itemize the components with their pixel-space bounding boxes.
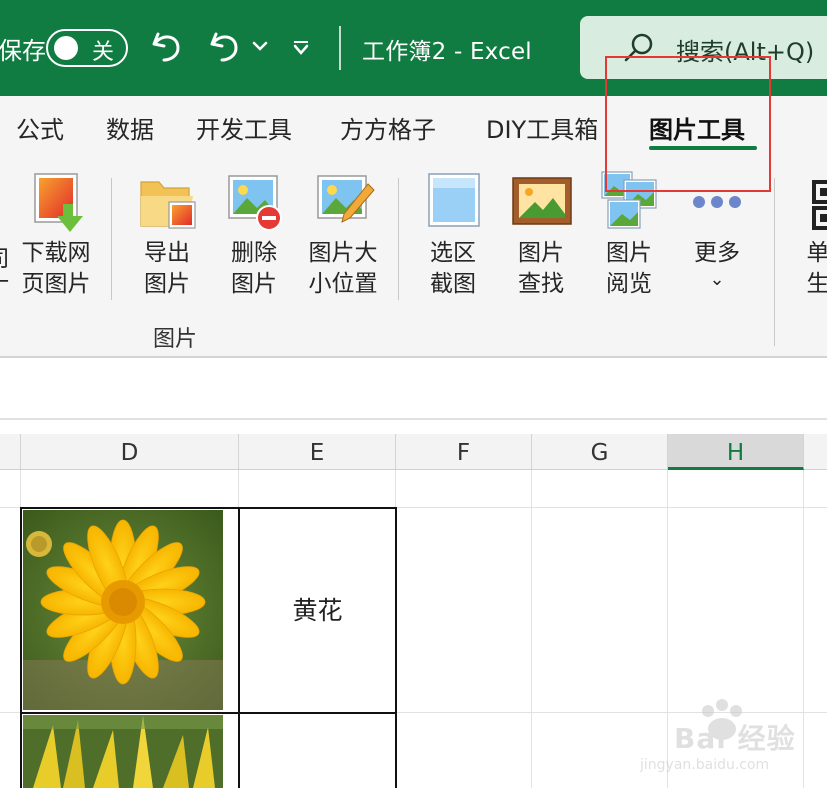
- delete-image-icon: [228, 175, 282, 231]
- ribbon-button-label: 页图片: [21, 271, 91, 297]
- formula-bar-area[interactable]: [0, 358, 827, 418]
- ribbon-group-label: 图片: [153, 327, 198, 352]
- cell-border: [20, 712, 396, 714]
- ribbon-button-label: 图片: [518, 240, 564, 266]
- grid-line: [531, 470, 532, 788]
- cell-border: [20, 507, 396, 509]
- ribbon-button-label: 图片: [231, 271, 277, 297]
- watermark-url: jingyan.baidu.com: [640, 757, 770, 773]
- ribbon-button-label: 生: [806, 271, 827, 297]
- grid-line: [667, 470, 668, 788]
- ribbon-button-label: 小位置: [308, 271, 378, 297]
- download-web-images-button[interactable]: 下载网 页图片: [16, 168, 96, 300]
- tab-diy-toolbox[interactable]: DIY工具箱: [486, 110, 598, 145]
- column-header-f[interactable]: F: [396, 434, 532, 470]
- column-header-partial-right[interactable]: [804, 434, 827, 470]
- ribbon-button-label: 下载网: [21, 240, 91, 266]
- chevron-down-icon: ⌄: [709, 269, 725, 290]
- image-find-icon: [512, 177, 572, 225]
- tab-fangfang[interactable]: 方方格子: [340, 110, 436, 145]
- cell-border: [20, 507, 22, 788]
- ribbon-button-label: 查找: [518, 271, 564, 297]
- cell-e2[interactable]: 黄花: [239, 510, 396, 712]
- qr-code-icon: [812, 180, 827, 230]
- autosave-toggle[interactable]: 关: [46, 29, 128, 67]
- column-header-d[interactable]: D: [21, 434, 239, 470]
- ribbon-button-label: 单: [806, 240, 827, 266]
- download-image-icon: [34, 173, 83, 232]
- ribbon-button-label: 选区: [430, 240, 476, 266]
- export-folder-icon: [140, 181, 196, 229]
- ribbon-separator: [111, 178, 112, 300]
- flower-photo-second[interactable]: [23, 715, 223, 788]
- tab-data[interactable]: 数据: [106, 110, 154, 145]
- column-header-row: D E F G H: [0, 434, 827, 470]
- image-size-position-button[interactable]: 图片大 小位置: [303, 168, 383, 300]
- autosave-state: 关: [92, 40, 115, 65]
- highlight-annotation-box: [605, 56, 771, 192]
- tab-formulas[interactable]: 公式: [16, 110, 64, 145]
- column-header-g[interactable]: G: [532, 434, 668, 470]
- undo-icon[interactable]: [150, 26, 184, 66]
- ribbon-button-label: 更多: [694, 240, 740, 266]
- chevron-down-icon[interactable]: [252, 40, 268, 52]
- image-find-button[interactable]: 图片 查找: [501, 168, 581, 300]
- ribbon-button-label: 图片: [606, 240, 652, 266]
- customize-quick-access-icon[interactable]: [292, 40, 310, 56]
- export-images-button[interactable]: 导出 图片: [127, 168, 207, 300]
- sheet-top-gap: [0, 420, 827, 434]
- selection-screenshot-button[interactable]: 选区 截图: [413, 168, 493, 300]
- column-header-e[interactable]: E: [239, 434, 396, 470]
- flower-photo-yellow[interactable]: [23, 510, 223, 710]
- ribbon-button-label: 导出: [144, 240, 190, 266]
- ribbon-button-label: 图片大: [308, 240, 378, 266]
- column-header-partial[interactable]: [0, 434, 21, 470]
- ribbon-separator: [774, 178, 775, 346]
- redo-icon[interactable]: [208, 26, 242, 66]
- ribbon-separator: [398, 178, 399, 300]
- column-header-h[interactable]: H: [668, 434, 804, 470]
- window-title: 工作簿2 - Excel: [362, 39, 532, 65]
- autosave-knob: [54, 36, 78, 60]
- image-edit-icon: [317, 175, 375, 223]
- tab-developer[interactable]: 开发工具: [196, 110, 292, 145]
- ribbon-button-label: 图片: [144, 271, 190, 297]
- delete-images-button[interactable]: 删除 图片: [214, 168, 294, 300]
- ribbon-button-label: 阅览: [606, 271, 652, 297]
- title-divider: [339, 26, 341, 70]
- grid-line: [803, 470, 804, 788]
- watermark-text: Bai 经验: [674, 722, 796, 755]
- ribbon-button-cutoff-right[interactable]: 单 生: [778, 168, 827, 300]
- screenshot-icon: [428, 173, 480, 227]
- autosave-label: 保存: [0, 37, 46, 65]
- ribbon-button-label: 删除: [231, 240, 277, 266]
- ribbon-button-label: 截图: [430, 271, 476, 297]
